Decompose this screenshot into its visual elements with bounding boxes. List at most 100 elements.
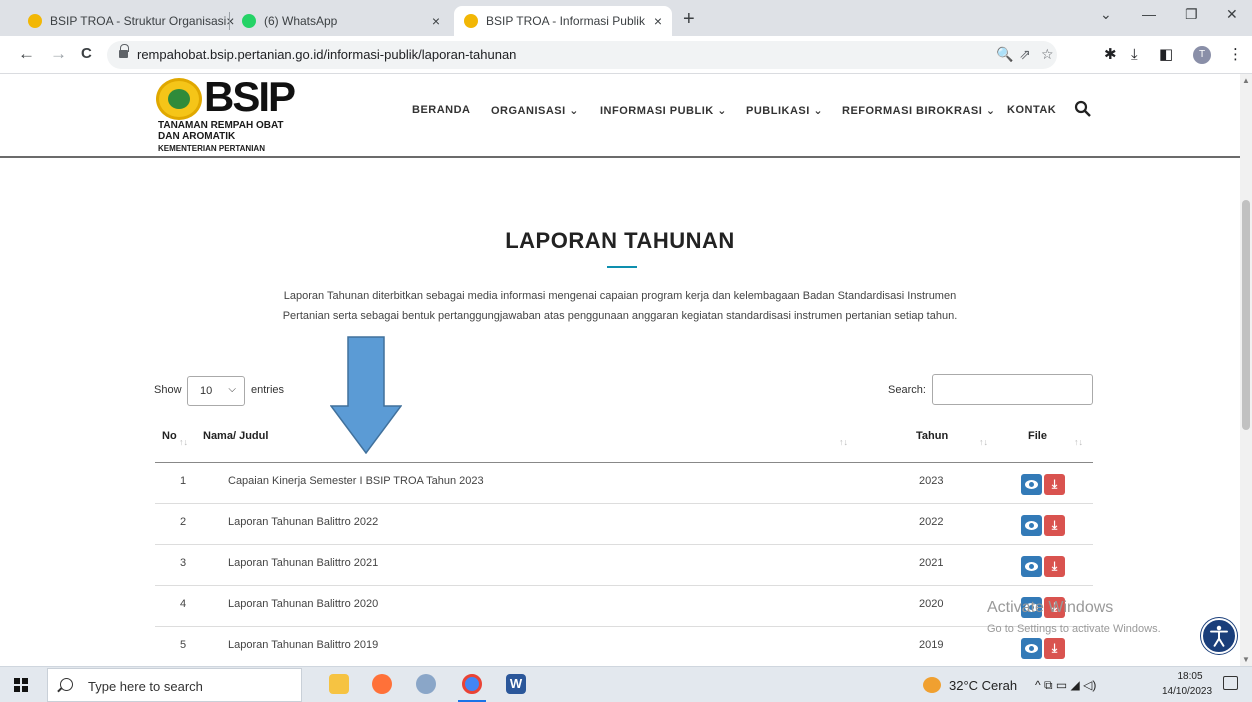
system-tray-icons[interactable]: ^ ⧉ ▭ ◢ ◁) (1035, 678, 1096, 693)
logo-line2: DAN AROMATIK (158, 131, 236, 142)
table-row: 4 Laporan Tahunan Balittro 2020 2020 ⤓ (155, 586, 1093, 627)
sort-icon[interactable]: ↑↓ (1074, 437, 1083, 447)
omnibox[interactable]: rempahobat.bsip.pertanian.go.id/informas… (107, 41, 1057, 69)
menu-icon[interactable]: ⋮ (1228, 47, 1243, 63)
minimize-button[interactable]: — (1142, 6, 1156, 22)
nav-reformasi-birokrasi[interactable]: REFORMASI BIROKRASI ⌄ (842, 104, 996, 117)
logo-emblem-icon (156, 78, 202, 120)
nav-publikasi[interactable]: PUBLIKASI ⌄ (746, 104, 823, 117)
scroll-down-icon[interactable]: ▼ (1242, 655, 1250, 664)
search-icon (60, 678, 73, 691)
search-icon[interactable] (1074, 100, 1092, 118)
tab-search-icon[interactable]: ⌄ (1100, 6, 1112, 23)
site-header: BSIP TANAMAN REMPAH OBAT DAN AROMATIK KE… (0, 74, 1240, 158)
tab-informasi-publik[interactable]: BSIP TROA - Informasi Publik × (454, 6, 672, 36)
column-header-tahun[interactable]: Tahun (916, 430, 948, 442)
back-button[interactable]: ← (18, 45, 35, 63)
table-row: 2 Laporan Tahunan Balittro 2022 2022 ⤓ (155, 504, 1093, 545)
tab-close-icon[interactable]: × (654, 13, 662, 29)
extensions-icon[interactable]: ✱ (1104, 47, 1117, 63)
tab-separator (229, 12, 230, 30)
download-icon[interactable]: ⤓ (1131, 47, 1138, 63)
tab-title: (6) WhatsApp (264, 14, 338, 28)
address-toolbar: ← → C rempahobat.bsip.pertanian.go.id/in… (0, 36, 1252, 74)
view-file-button[interactable] (1021, 474, 1042, 495)
download-file-button[interactable]: ⤓ (1044, 515, 1065, 536)
clock-time[interactable]: 18:05 (1168, 671, 1212, 682)
cell-tahun: 2023 (919, 475, 944, 487)
nav-informasi-publik[interactable]: INFORMASI PUBLIK ⌄ (600, 104, 727, 117)
page-scrollbar[interactable]: ▲ ▼ (1240, 74, 1252, 666)
taskbar-search-box[interactable]: Type here to search (47, 668, 302, 702)
tab-title: BSIP TROA - Struktur Organisasi (50, 14, 227, 28)
column-header-file[interactable]: File (1028, 430, 1047, 442)
windows-start-icon[interactable] (14, 678, 28, 692)
word-icon[interactable]: W (506, 674, 526, 694)
download-file-button[interactable]: ⤓ (1044, 474, 1065, 495)
accessibility-icon[interactable] (1201, 618, 1237, 654)
table-row: 1 Capaian Kinerja Semester I BSIP TROA T… (155, 463, 1093, 504)
view-file-button[interactable] (1021, 556, 1042, 577)
entries-select[interactable]: 10 ⌵ (187, 376, 245, 406)
nav-beranda[interactable]: BERANDA (412, 104, 471, 116)
scroll-thumb[interactable] (1242, 200, 1250, 430)
cell-no: 3 (180, 557, 187, 569)
cell-no: 1 (180, 475, 187, 487)
sidepanel-icon[interactable]: ◧ (1159, 47, 1173, 63)
chrome-icon[interactable] (462, 674, 482, 694)
cell-no: 4 (180, 598, 187, 610)
share-icon[interactable]: ⇗ (1019, 46, 1031, 63)
window-close-button[interactable]: ✕ (1226, 6, 1238, 23)
weather-text[interactable]: 32°C Cerah (949, 678, 1017, 693)
cell-tahun: 2019 (919, 639, 944, 651)
profile-avatar[interactable]: T (1193, 46, 1211, 64)
snipping-tool-icon[interactable] (416, 674, 436, 694)
scroll-up-icon[interactable]: ▲ (1242, 76, 1250, 85)
tab-struktur-organisasi[interactable]: BSIP TROA - Struktur Organisasi × (18, 6, 234, 36)
clock-date[interactable]: 14/10/2023 (1162, 686, 1212, 697)
title-divider (607, 266, 637, 268)
lock-icon (119, 44, 129, 58)
cell-judul: Laporan Tahunan Balittro 2019 (228, 639, 379, 651)
view-file-button[interactable] (1021, 638, 1042, 659)
page-viewport: BSIP TANAMAN REMPAH OBAT DAN AROMATIK KE… (0, 74, 1240, 666)
column-header-judul[interactable]: Nama/ Judul (203, 430, 268, 442)
logo-line1: TANAMAN REMPAH OBAT (158, 120, 284, 131)
restore-button[interactable]: ❐ (1185, 6, 1198, 23)
weather-icon[interactable] (923, 677, 941, 693)
logo-line3: KEMENTERIAN PERTANIAN (158, 144, 265, 153)
url-text[interactable]: rempahobat.bsip.pertanian.go.id/informas… (137, 47, 516, 62)
forward-button[interactable]: → (50, 45, 67, 63)
bookmark-star-icon[interactable]: ☆ (1041, 46, 1054, 63)
tab-close-icon[interactable]: × (432, 13, 440, 29)
bsip-favicon-icon (28, 14, 42, 28)
nav-kontak[interactable]: KONTAK (1007, 104, 1056, 116)
tab-title: BSIP TROA - Informasi Publik (486, 14, 645, 28)
windows-taskbar: Type here to search W 32°C Cerah ^ ⧉ ▭ ◢… (0, 666, 1252, 702)
reload-button[interactable]: C (81, 45, 92, 63)
zoom-icon[interactable]: 🔍 (996, 46, 1013, 63)
table-row: 3 Laporan Tahunan Balittro 2021 2021 ⤓ (155, 545, 1093, 586)
column-header-no[interactable]: No (162, 430, 177, 442)
search-label: Search: (888, 384, 926, 396)
table-search-input[interactable] (932, 374, 1093, 405)
download-file-button[interactable]: ⤓ (1044, 556, 1065, 577)
sort-icon[interactable]: ↑↓ (179, 437, 188, 447)
new-tab-button[interactable]: + (683, 9, 695, 29)
notification-icon[interactable] (1223, 676, 1238, 690)
tab-whatsapp[interactable]: (6) WhatsApp × (232, 6, 450, 36)
firefox-icon[interactable] (372, 674, 392, 694)
download-file-button[interactable]: ⤓ (1044, 638, 1065, 659)
sort-icon[interactable]: ↑↓ (979, 437, 988, 447)
cell-judul: Laporan Tahunan Balittro 2021 (228, 557, 379, 569)
cell-judul: Laporan Tahunan Balittro 2022 (228, 516, 379, 528)
whatsapp-favicon-icon (242, 14, 256, 28)
file-explorer-icon[interactable] (329, 674, 349, 694)
view-file-button[interactable] (1021, 515, 1042, 536)
chevron-down-icon: ⌵ (228, 384, 236, 395)
taskbar-search-placeholder: Type here to search (88, 679, 203, 694)
activate-windows-subtitle: Go to Settings to activate Windows. (987, 623, 1161, 635)
nav-organisasi[interactable]: ORGANISASI ⌄ (491, 104, 579, 117)
browser-tabbar: BSIP TROA - Struktur Organisasi × (6) Wh… (0, 0, 1252, 36)
sort-icon[interactable]: ↑↓ (839, 437, 848, 447)
